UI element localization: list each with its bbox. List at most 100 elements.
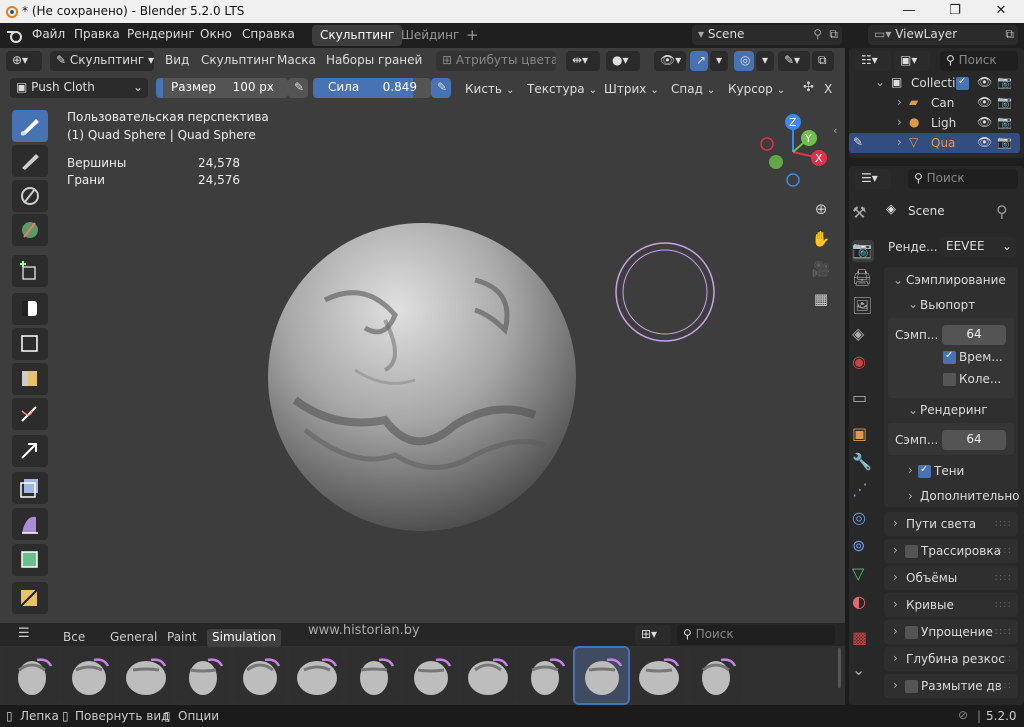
render-subheader[interactable]: Рендеринг [920,403,988,417]
section-enable-checkbox[interactable] [905,680,918,693]
tool-transform[interactable] [12,582,48,614]
tool-cloth-filter[interactable] [12,472,48,504]
outliner-editor-type[interactable]: ☷▾ [855,51,891,71]
close-window-button[interactable]: ✕ [978,0,1024,23]
brush-thumbnail[interactable] [632,648,685,703]
eye-icon[interactable]: 👁 [977,95,992,109]
overlay-dropdown[interactable]: ▾ [756,51,774,71]
brush-thumbnail[interactable] [518,648,571,703]
texture-tab-icon[interactable]: ▩ [852,628,874,650]
new-scene-icon[interactable]: ⧉ [829,25,838,44]
menu-window[interactable]: Окно [200,27,232,41]
property-section[interactable]: › Размытие дв:::: [884,674,1018,698]
brush-thumbnail[interactable] [176,648,229,703]
gizmo-dropdown[interactable]: ▾ [710,51,728,71]
strength-pressure-button[interactable]: ✎ [431,78,451,98]
menu-edit[interactable]: Правка [74,27,120,41]
tool-tab-icon[interactable]: ⚒ [852,203,874,225]
temporal-checkbox[interactable] [943,350,956,364]
neg-y-handle[interactable] [769,155,783,169]
drag-handle-icon[interactable]: :::: [995,599,1012,610]
symmetry-button[interactable]: ⇹▾ [566,51,600,71]
eye-icon[interactable]: 👁 [977,75,992,89]
collection-exclude-checkbox[interactable] [956,76,969,90]
drag-handle-icon[interactable]: :::: [995,572,1012,583]
pin-icon[interactable]: ⚲ [813,25,822,44]
physics-tab-icon[interactable]: ◎ [852,508,874,530]
eye-icon[interactable]: 👁 [977,135,992,149]
strength-slider[interactable]: Сила 0.849 [313,78,431,98]
brush-thumbnail[interactable] [404,648,457,703]
size-slider[interactable]: Размер 100 px [156,78,288,98]
pan-hand-icon[interactable]: ✋ [810,230,832,252]
tool-push-cloth[interactable] [12,110,48,142]
visibility-button[interactable]: 👁▾ [654,51,686,71]
xray-button[interactable]: ✎▾ [778,51,810,71]
orientation-gizmo[interactable]: Z X Y [755,112,835,192]
sculpted-sphere[interactable] [265,220,580,535]
size-pressure-button[interactable]: ✎ [288,78,308,98]
tool-mask-box[interactable] [12,293,48,325]
new-viewlayer-icon[interactable]: ⧉ [1005,25,1014,44]
property-section[interactable]: › Трассировка:::: [884,539,1018,563]
tab-sculpting[interactable]: Скульптинг [312,25,403,46]
data-tab-icon[interactable]: ▽ [852,564,874,586]
menu-face-sets[interactable]: Наборы граней [326,53,422,67]
hamburger-menu-icon[interactable]: ☰ [18,626,30,641]
tool-line-project[interactable] [12,398,48,430]
sampling-header[interactable]: Сэмплирование [906,273,1006,287]
menu-help[interactable]: Справка [242,27,295,41]
camera-render-icon[interactable]: 📷 [997,95,1012,109]
shadows-checkbox[interactable] [918,464,931,478]
tool-mesh-filter[interactable] [12,435,48,467]
tab-shading[interactable]: Шейдинг [393,25,467,46]
texture-menu[interactable]: Текстура [527,82,597,96]
view-layer-tab-icon[interactable]: 🖼 [852,296,874,318]
menu-sculpt[interactable]: Скульптинг [201,53,275,67]
tool-box-select[interactable] [12,255,48,287]
viewlayer-selector[interactable]: ▭▾ ViewLayer ⧉ [868,25,1018,45]
close-header-button[interactable]: X [824,82,832,96]
menu-render[interactable]: Рендеринг [127,27,195,41]
drag-handle-icon[interactable]: :::: [995,626,1012,637]
advanced-subheader[interactable]: Дополнительно [920,489,1020,503]
brush-thumbnail[interactable] [290,648,343,703]
particles-tab-icon[interactable]: ⋰ [852,480,874,502]
property-section[interactable]: › Объёмы:::: [884,566,1018,590]
brush-thumbnail[interactable] [62,648,115,703]
toggle-view-button[interactable]: ⧉ [812,51,834,71]
camera-render-icon[interactable]: 📷 [997,115,1012,129]
minimize-button[interactable]: — [886,0,932,23]
brush-thumbnail[interactable] [119,648,172,703]
render-tab-icon[interactable]: 📷 [852,240,874,262]
camera-render-icon[interactable]: 📷 [997,135,1012,149]
collection-tab-icon[interactable]: ▭ [852,388,874,410]
output-tab-icon[interactable]: 🖨 [852,268,874,290]
outliner-search-input[interactable]: ⚲ Поиск [940,51,1018,71]
brush-thumbnail[interactable] [573,646,630,705]
section-enable-checkbox[interactable] [905,626,918,639]
cursor-menu[interactable]: Курсор [728,82,785,96]
overlay-toggle[interactable]: ◎ [734,51,754,71]
tool-smooth[interactable] [12,180,48,212]
world-tab-icon[interactable]: ◉ [852,352,874,374]
stroke-menu[interactable]: Штрих [604,82,659,96]
editor-type-button[interactable]: ⊕▾ [6,51,42,71]
constraints-tab-icon[interactable]: ⊚ [852,536,874,558]
shelf-tab-all[interactable]: Все [58,629,90,647]
property-section[interactable]: › Упрощение:::: [884,620,1018,644]
scene-tab-icon[interactable]: ◈ [852,324,874,346]
drag-handle-icon[interactable]: :::: [995,545,1012,556]
eye-icon[interactable]: 👁 [977,115,992,129]
camera-view-icon[interactable]: 🎥 [810,260,832,282]
shading-button[interactable]: ●▾ [606,51,640,71]
color-attributes-menu[interactable]: ⊞ Атрибуты цвета [436,51,556,71]
falloff-menu[interactable]: Спад [671,82,715,96]
menu-view[interactable]: Вид [165,53,189,67]
material-tab-icon[interactable]: ◐ [852,592,874,614]
neg-x-handle[interactable] [760,137,774,151]
properties-search-input[interactable]: ⚲ Поиск [908,169,1018,189]
tool-edit-face-set[interactable] [12,544,48,576]
property-section[interactable]: › Кривые:::: [884,593,1018,617]
maximize-button[interactable]: ❐ [932,0,978,23]
